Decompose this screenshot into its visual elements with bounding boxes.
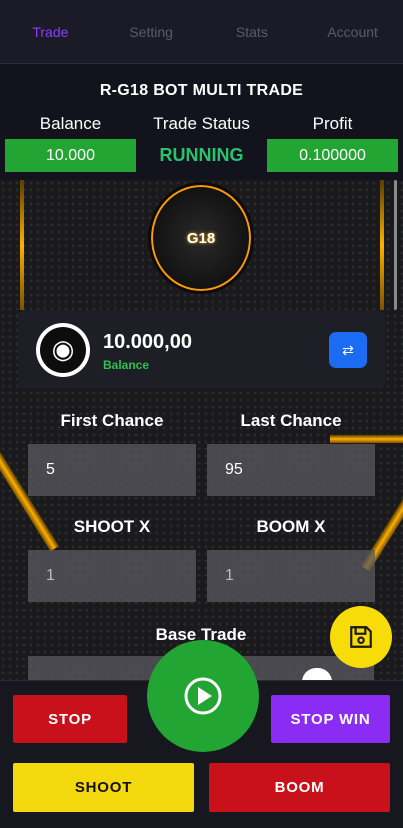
tab-setting[interactable]: Setting bbox=[101, 24, 202, 40]
shoot-button[interactable]: SHOOT bbox=[13, 763, 194, 812]
boom-x-label: BOOM X bbox=[256, 517, 326, 536]
shoot-x-label: SHOOT X bbox=[73, 517, 151, 536]
boom-button[interactable]: BOOM bbox=[209, 763, 390, 812]
first-chance-label: First Chance bbox=[60, 411, 164, 430]
profit-value: 0.100000 bbox=[267, 139, 398, 172]
trade-panel: G18 ◉ 10.000,00 Balance ⇄ First Chance L… bbox=[0, 180, 403, 680]
bot-logo: G18 bbox=[148, 182, 254, 294]
balance-sub-label: Balance bbox=[103, 358, 150, 372]
play-icon bbox=[184, 677, 222, 715]
stop-button[interactable]: STOP bbox=[13, 695, 127, 743]
stop-win-button[interactable]: STOP WIN bbox=[271, 695, 390, 743]
first-chance-input[interactable] bbox=[28, 444, 196, 496]
balance-card: ◉ 10.000,00 Balance ⇄ bbox=[18, 311, 385, 388]
header-panel: R-G18 BOT MULTI TRADE Balance Trade Stat… bbox=[0, 64, 403, 180]
page-title: R-G18 BOT MULTI TRADE bbox=[99, 82, 304, 99]
top-tab-bar: Trade Setting Stats Account bbox=[0, 0, 403, 64]
save-button[interactable] bbox=[330, 606, 392, 668]
shoot-x-input[interactable] bbox=[28, 550, 196, 602]
decor-stripe bbox=[380, 180, 384, 310]
trade-status-label: Trade Status bbox=[153, 114, 250, 133]
logo-text: G18 bbox=[186, 229, 216, 247]
tab-trade[interactable]: Trade bbox=[0, 24, 101, 40]
scrollbar[interactable] bbox=[394, 180, 397, 310]
play-button[interactable] bbox=[147, 640, 259, 752]
tab-stats[interactable]: Stats bbox=[202, 24, 303, 40]
boom-x-input[interactable] bbox=[207, 550, 375, 602]
decor-stripe bbox=[20, 180, 24, 310]
token-coin-icon: ◉ bbox=[36, 323, 90, 377]
trade-status-value: RUNNING bbox=[159, 145, 244, 165]
refresh-icon: ⇄ bbox=[342, 341, 354, 358]
last-chance-label: Last Chance bbox=[240, 411, 342, 430]
refresh-button[interactable]: ⇄ bbox=[329, 332, 367, 368]
balance-value: 10.000 bbox=[5, 139, 136, 172]
save-icon bbox=[350, 626, 372, 648]
balance-label: Balance bbox=[39, 114, 102, 133]
balance-amount: 10.000,00 bbox=[103, 331, 192, 353]
tab-account[interactable]: Account bbox=[302, 24, 403, 40]
profit-label: Profit bbox=[312, 114, 353, 133]
decor-stripe bbox=[330, 435, 403, 443]
last-chance-input[interactable] bbox=[207, 444, 375, 496]
